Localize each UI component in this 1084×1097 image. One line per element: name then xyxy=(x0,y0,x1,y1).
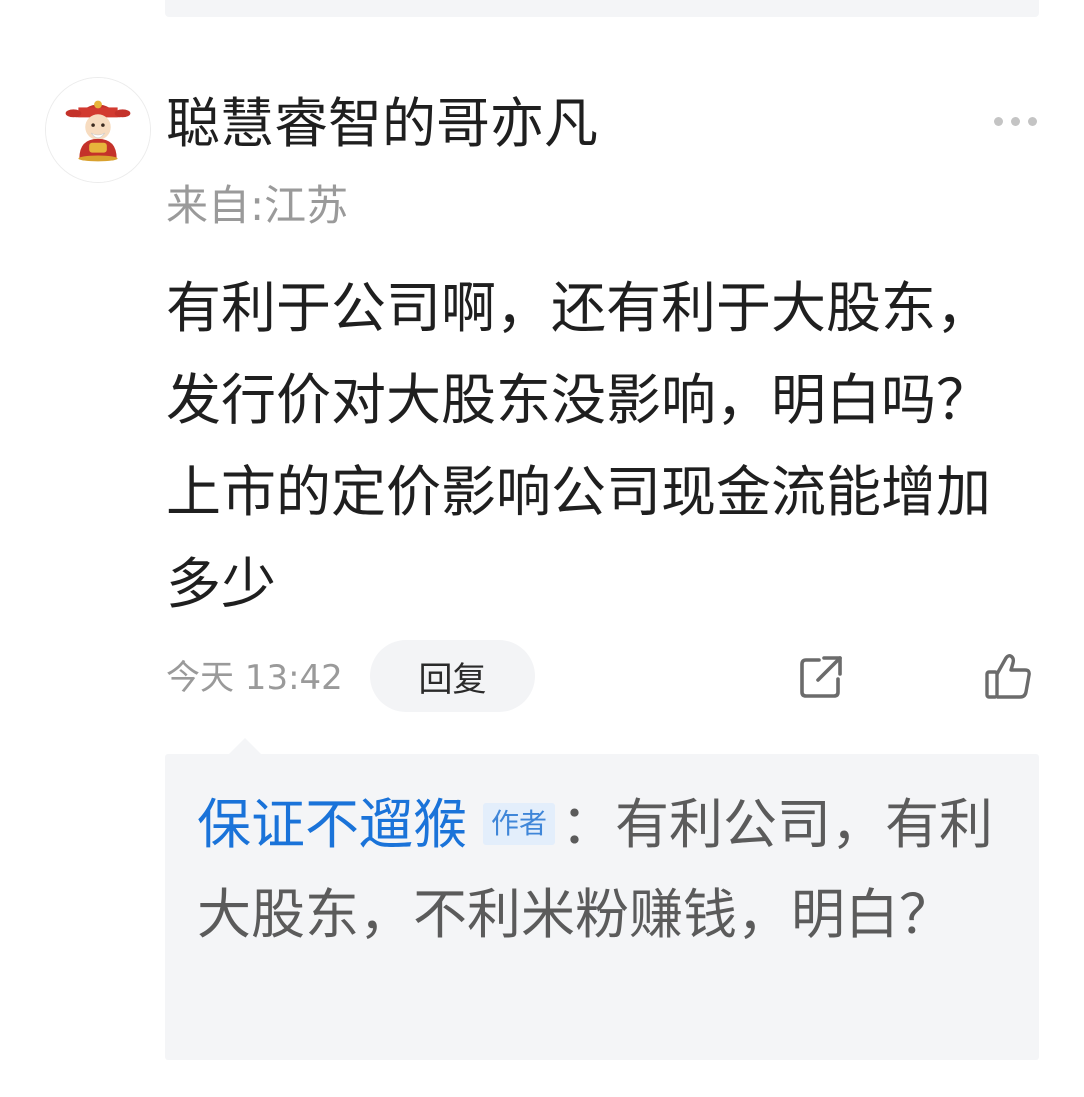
reply-content: 保证不遛猴 作者 ：有利公司，有利大股东，不利米粉赚钱，明白？ xyxy=(197,780,997,960)
dot xyxy=(1010,116,1020,126)
dot xyxy=(1027,116,1037,126)
comment-username[interactable]: 聪慧睿智的哥亦凡 xyxy=(166,88,598,160)
author-badge: 作者 xyxy=(483,803,556,845)
reply-button[interactable]: 回复 xyxy=(370,640,535,712)
cartoon-avatar-icon xyxy=(46,78,150,182)
reply-separator: ： xyxy=(561,793,616,856)
previous-section-strip xyxy=(165,0,1039,17)
more-dots-icon[interactable] xyxy=(988,108,1042,134)
comment-timestamp: 今天 13:42 xyxy=(166,658,343,698)
dot xyxy=(993,116,1003,126)
reply-caret xyxy=(228,738,262,755)
share-icon[interactable] xyxy=(796,652,846,702)
comment-text: 有利于公司啊，还有利于大股东，发行价对大股东没影响，明白吗？上市的定价影响公司现… xyxy=(166,276,992,616)
reply-author-name[interactable]: 保证不遛猴 xyxy=(197,793,467,856)
avatar[interactable] xyxy=(45,77,151,183)
comment-location: 来自:江苏 xyxy=(166,181,349,230)
thumbs-up-icon[interactable] xyxy=(982,650,1034,702)
